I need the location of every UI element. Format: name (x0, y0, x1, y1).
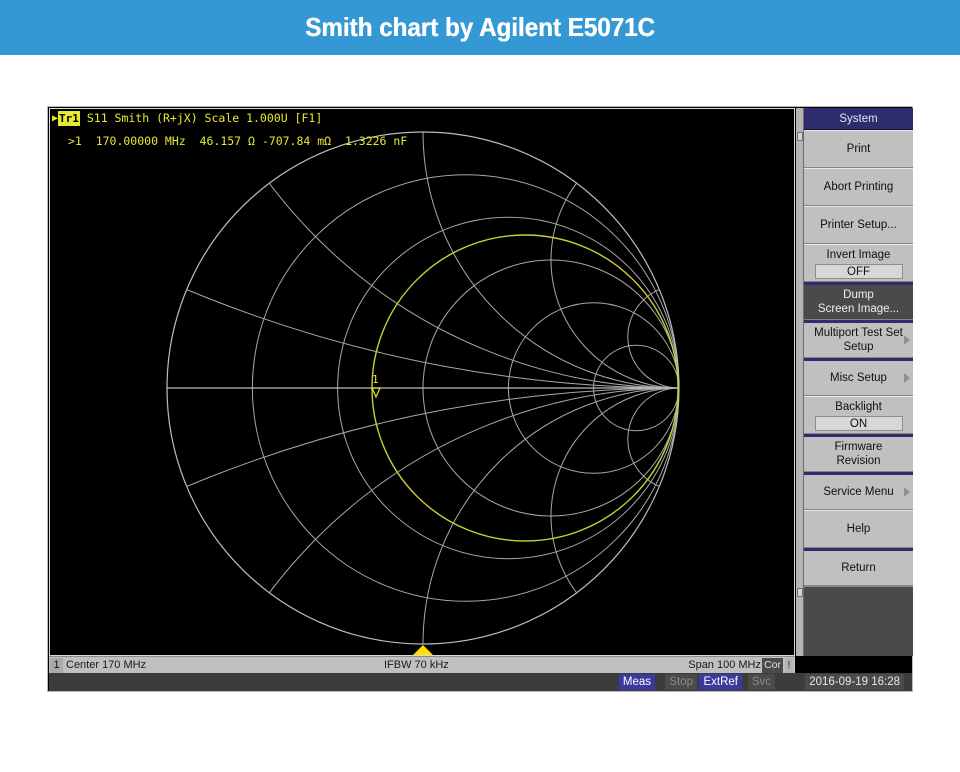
softkey-value[interactable]: OFF (815, 264, 903, 279)
ifbw-field[interactable]: IFBW 70 kHz (384, 658, 449, 673)
softkey-rail-nub-bottom[interactable] (797, 588, 803, 597)
softkey-return[interactable]: Return (804, 548, 913, 586)
softkey-label: Firmware (835, 440, 883, 454)
status-stop[interactable]: Stop (665, 674, 697, 690)
softkey-firmware-revision[interactable]: FirmwareRevision (804, 434, 913, 472)
span-field[interactable]: Span 100 MHz (688, 658, 761, 673)
smith-grid (50, 109, 794, 655)
vna-screen: 1 ▶Tr1 S11 Smith (R+jX) Scale 1.000U [F1… (47, 106, 913, 692)
correction-badge[interactable]: Cor (762, 658, 783, 673)
softkey-list: Print Abort Printing Printer Setup... Inver… (804, 130, 913, 586)
chevron-right-icon (904, 487, 910, 497)
softkey-backlight[interactable]: Backlight ON (804, 396, 913, 434)
softkey-empty-area (804, 586, 913, 587)
graph-area[interactable]: 1 ▶Tr1 S11 Smith (R+jX) Scale 1.000U [F1… (49, 108, 795, 656)
softkey-abort-printing[interactable]: Abort Printing (804, 168, 913, 206)
trace-number-badge[interactable]: Tr1 (58, 111, 80, 126)
status-svc[interactable]: Svc (748, 674, 775, 690)
softkey-dump-screen-image[interactable]: DumpScreen Image... (804, 282, 913, 320)
chevron-right-icon (904, 373, 910, 383)
softkey-print[interactable]: Print (804, 130, 913, 168)
status-meas[interactable]: Meas (619, 674, 655, 690)
softkey-label: Backlight (835, 400, 882, 414)
softkey-label: Help (847, 522, 871, 536)
softkey-label: Service Menu (823, 485, 893, 499)
softkey-rail-nub-top[interactable] (797, 132, 803, 141)
status-bar: Meas Stop ExtRef Svc 2016-09-19 16:28 (49, 673, 912, 691)
marker-1: 1 (372, 373, 380, 397)
softkey-label: Multiport Test Set (814, 326, 903, 340)
smith-chart-plot: 1 (50, 109, 794, 655)
softkey-label: Dump (843, 288, 874, 302)
softkey-multiport-test-set-setup[interactable]: Multiport Test SetSetup (804, 320, 913, 358)
page-title: Smith chart by Agilent E5071C (34, 0, 927, 55)
softkey-service-menu[interactable]: Service Menu (804, 472, 913, 510)
softkey-printer-setup[interactable]: Printer Setup... (804, 206, 913, 244)
softkey-help[interactable]: Help (804, 510, 913, 548)
channel-settings-bar: 1 Center 170 MHz IFBW 70 kHz Span 100 MH… (49, 656, 795, 673)
softkey-label: Printer Setup... (820, 218, 897, 232)
marker-1-triangle-icon (372, 388, 380, 397)
softkey-label: Abort Printing (824, 180, 894, 194)
trace-title-row[interactable]: ▶Tr1 S11 Smith (R+jX) Scale 1.000U [F1] (52, 111, 322, 126)
softkey-menu-title: System (804, 108, 913, 130)
status-datetime: 2016-09-19 16:28 (805, 674, 904, 690)
page-root: Smith chart by Agilent E5071C (0, 0, 960, 772)
softkey-label: Invert Image (827, 248, 891, 262)
page-banner: Smith chart by Agilent E5071C (0, 0, 960, 55)
softkey-label: Misc Setup (830, 371, 887, 385)
softkey-menu: System Print Abort Printing Printer Setup.… (804, 108, 913, 656)
chevron-right-icon (904, 335, 910, 345)
softkey-label: Screen Image... (818, 302, 899, 316)
softkey-value[interactable]: ON (815, 416, 903, 431)
status-extref[interactable]: ExtRef (699, 674, 742, 690)
center-frequency-field[interactable]: Center 170 MHz (66, 658, 146, 673)
channel-number[interactable]: 1 (50, 658, 63, 673)
softkey-label: Return (841, 561, 876, 575)
softkey-label: Setup (843, 340, 873, 354)
softkey-misc-setup[interactable]: Misc Setup (804, 358, 913, 396)
trace-format-label: S11 Smith (R+jX) Scale 1.000U [F1] (87, 111, 322, 125)
softkey-label: Print (847, 142, 871, 156)
center-frequency-marker-icon (413, 645, 433, 655)
alert-badge[interactable]: ! (785, 658, 793, 673)
marker-readout[interactable]: >1 170.00000 MHz 46.157 Ω -707.84 mΩ 1.3… (68, 134, 407, 149)
marker-1-label: 1 (372, 373, 379, 386)
softkey-scroll-rail[interactable] (796, 108, 804, 656)
softkey-invert-image[interactable]: Invert Image OFF (804, 244, 913, 282)
softkey-label: Revision (836, 454, 880, 468)
